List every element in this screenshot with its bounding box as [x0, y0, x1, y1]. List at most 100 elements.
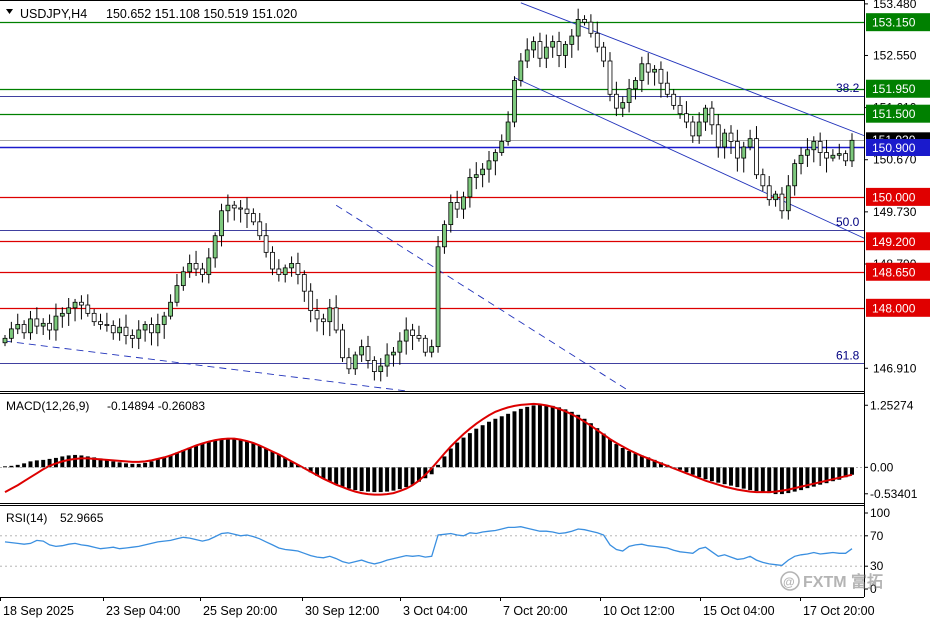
- candle-body: [34, 318, 40, 327]
- macd-bar: [576, 414, 581, 468]
- price-tick-label: 153.480: [873, 0, 917, 11]
- candle-body: [72, 301, 78, 309]
- candle-body: [289, 263, 294, 269]
- macd-bar: [111, 461, 116, 468]
- candle: [435, 236, 441, 353]
- candle-body: [830, 154, 836, 159]
- candle-body: [257, 221, 263, 237]
- candle-body: [684, 113, 689, 123]
- candle-body: [785, 185, 791, 212]
- macd-bar: [213, 440, 218, 468]
- macd-bar: [372, 467, 377, 493]
- macd-bar: [735, 467, 740, 488]
- macd-bar: [251, 443, 256, 468]
- macd-bar: [748, 467, 753, 491]
- candle-body: [212, 235, 218, 259]
- candle-body: [28, 318, 33, 334]
- candle-body: [766, 185, 772, 201]
- candle-body: [849, 139, 855, 162]
- fib-label: 50.0: [836, 215, 860, 229]
- macd-bar: [136, 463, 141, 468]
- macd-bar: [525, 406, 530, 468]
- candle-body: [155, 324, 161, 334]
- macd-bar: [709, 467, 714, 482]
- candle-body: [219, 210, 224, 237]
- macd-bar: [397, 467, 402, 490]
- price-label-text: 148.650: [872, 265, 916, 279]
- candle-body: [703, 107, 708, 123]
- fib-label: 38.2: [836, 81, 860, 95]
- macd-bar: [73, 454, 78, 468]
- macd-bar: [544, 404, 549, 468]
- time-tick-label: 3 Oct 04:00: [403, 604, 468, 618]
- price-tick-label: 152.550: [873, 48, 917, 62]
- candle-body: [620, 102, 626, 109]
- candle-body: [773, 193, 778, 201]
- symbol-label[interactable]: USDJPY,H4: [20, 7, 87, 21]
- macd-bar: [276, 454, 281, 468]
- candle-body: [512, 80, 517, 123]
- candle-body: [486, 160, 492, 170]
- candle-body: [378, 365, 384, 372]
- candle-body: [117, 326, 123, 334]
- candle-body: [238, 207, 244, 210]
- macd-bar: [34, 460, 39, 468]
- macd-bar: [66, 455, 71, 468]
- candle-body: [327, 307, 333, 323]
- macd-bar: [436, 464, 441, 468]
- rsi-label: RSI(14): [6, 511, 47, 525]
- price-label-text: 150.000: [872, 190, 916, 204]
- macd-bar: [716, 467, 721, 483]
- macd-bar: [627, 450, 632, 468]
- macd-bar: [729, 467, 733, 486]
- candle-body: [588, 21, 594, 34]
- candle-body: [352, 354, 358, 370]
- macd-bar: [588, 423, 593, 468]
- candle-body: [371, 360, 377, 372]
- macd-bar: [366, 467, 370, 492]
- price-label-text: 149.200: [872, 235, 916, 249]
- candle-body: [639, 63, 645, 81]
- rsi-tick-label: 100: [870, 506, 890, 520]
- candle-body: [340, 329, 345, 359]
- candle-body: [792, 163, 798, 187]
- macd-bar: [474, 428, 479, 468]
- macd-bar: [117, 462, 122, 468]
- candle-body: [556, 41, 562, 56]
- candle-body: [429, 346, 435, 353]
- candle-body: [601, 46, 607, 62]
- price-label-text: 153.150: [872, 16, 916, 30]
- candle-body: [391, 351, 396, 356]
- candle-body: [359, 346, 365, 356]
- candle-body: [734, 141, 740, 159]
- candle-body: [442, 224, 447, 248]
- macd-bar: [582, 418, 587, 468]
- candle-body: [805, 149, 810, 156]
- time-tick-label: 17 Oct 20:00: [803, 604, 875, 618]
- candle-body: [760, 174, 766, 187]
- macd-bar: [684, 467, 689, 473]
- macd-bar: [773, 467, 778, 495]
- candle-body: [410, 329, 415, 336]
- candle-body: [206, 257, 212, 275]
- candle-body: [563, 43, 568, 56]
- macd-bar: [219, 439, 224, 468]
- price-label-text: 151.500: [872, 107, 916, 121]
- candle-body: [110, 325, 116, 334]
- macd-bar: [601, 433, 606, 468]
- macd-bar: [270, 451, 275, 468]
- candle-body: [671, 93, 677, 106]
- trading-chart: 153.480152.550151.610150.670149.730148.7…: [0, 0, 936, 624]
- macd-bar: [200, 443, 205, 468]
- price-label-text: 148.000: [872, 301, 916, 315]
- candle-body: [480, 168, 486, 176]
- macd-bar: [722, 467, 727, 485]
- rsi-value: 52.9665: [60, 511, 104, 525]
- candle-body: [123, 326, 129, 336]
- macd-bar: [232, 438, 237, 468]
- candle-body: [575, 19, 581, 37]
- macd-bar: [181, 449, 186, 468]
- macd-bar: [499, 416, 504, 468]
- macd-bar: [353, 467, 358, 491]
- macd-bar: [155, 459, 160, 468]
